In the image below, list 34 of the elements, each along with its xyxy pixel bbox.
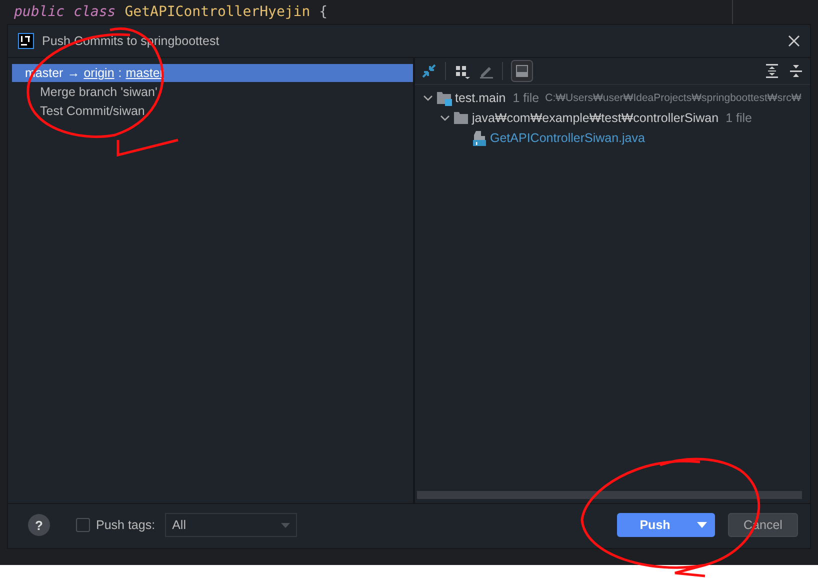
code-token: public	[14, 4, 65, 20]
tags-dropdown[interactable]: All	[165, 513, 298, 537]
code-token: class	[74, 4, 116, 20]
remote-link[interactable]: origin	[84, 66, 114, 80]
chevron-down-icon[interactable]	[423, 93, 433, 103]
file-count: 1 file	[726, 111, 752, 125]
file-count: 1 file	[512, 91, 540, 105]
module-folder-icon	[436, 90, 452, 106]
horizontal-scrollbar[interactable]	[417, 491, 802, 499]
group-by-icon[interactable]	[454, 63, 470, 79]
collapse-all-icon[interactable]	[788, 63, 804, 79]
folder-path: C:₩Users₩user₩IdeaProjects₩springboottest₩src₩	[545, 92, 802, 104]
commit-message[interactable]: Test Commit/siwan	[40, 104, 145, 118]
arrow-text: →	[67, 66, 80, 80]
push-tags-label[interactable]: Push tags:	[96, 518, 156, 532]
folder-name[interactable]: java₩com₩example₩test₩controllerSiwan	[472, 111, 719, 125]
push-tags-checkbox[interactable]	[76, 518, 90, 532]
commit-message[interactable]: Merge branch 'siwan'	[40, 84, 158, 98]
chevron-down-icon[interactable]	[440, 113, 450, 123]
preview-panel-icon[interactable]	[511, 60, 533, 82]
close-icon[interactable]	[788, 35, 800, 47]
separator-text: :	[118, 66, 122, 80]
help-button[interactable]: ?	[28, 514, 50, 536]
file-name[interactable]: GetAPIControllerSiwan.java	[490, 131, 645, 145]
java-file-icon	[471, 130, 487, 146]
expand-all-icon[interactable]	[764, 63, 780, 79]
folder-icon	[453, 111, 469, 125]
code-token: GetAPIControllerHyejin	[124, 4, 310, 20]
code-token: {	[319, 4, 328, 20]
arrows-inward-icon[interactable]	[421, 63, 437, 79]
caret-icon[interactable]	[697, 522, 707, 528]
app-logo-icon	[18, 33, 34, 49]
caret-icon	[281, 522, 290, 528]
folder-name[interactable]: test.main	[455, 91, 506, 105]
